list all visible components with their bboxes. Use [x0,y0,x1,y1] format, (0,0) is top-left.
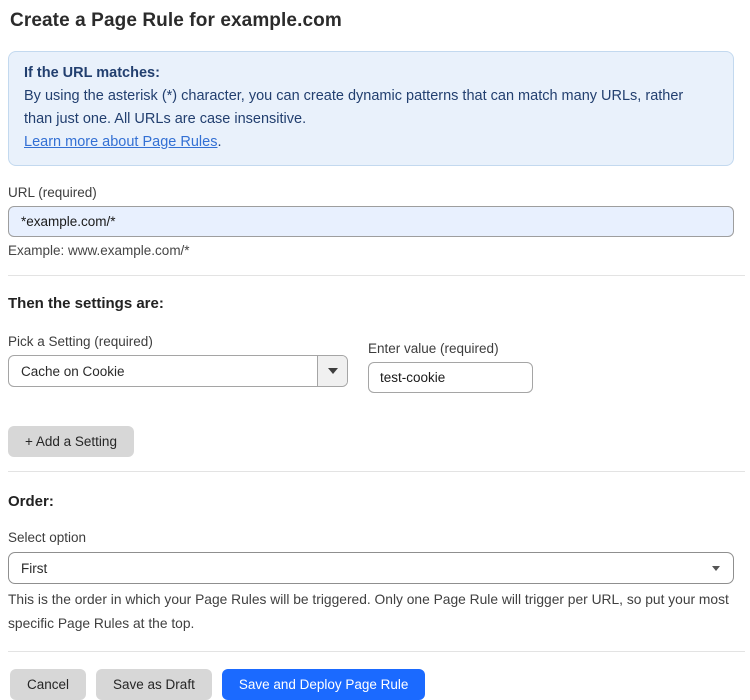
save-as-draft-button[interactable]: Save as Draft [96,669,212,700]
enter-value-column: Enter value (required) [368,341,533,393]
enter-value-label: Enter value (required) [368,341,499,356]
url-match-info-box: If the URL matches: By using the asteris… [8,51,734,166]
url-helper-text: Example: www.example.com/* [8,243,190,258]
setting-select-value: Cache on Cookie [21,363,125,379]
order-helper-text: This is the order in which your Page Rul… [8,592,729,631]
learn-more-link[interactable]: Learn more about Page Rules [24,134,217,150]
save-and-deploy-button[interactable]: Save and Deploy Page Rule [221,669,426,700]
info-box-link-line: Learn more about Page Rules. [24,131,718,154]
page-title: Create a Page Rule for example.com [10,10,342,31]
settings-row: Pick a Setting (required) Cache on Cooki… [8,334,734,393]
info-box-heading: If the URL matches: [24,65,160,81]
cancel-button[interactable]: Cancel [10,669,87,700]
info-box-body: By using the asterisk (*) character, you… [24,88,684,127]
divider [8,651,745,652]
settings-heading: Then the settings are: [8,295,164,312]
pick-setting-label: Pick a Setting (required) [8,334,153,349]
order-select-value: First [21,560,48,576]
setting-value-input[interactable] [368,362,533,393]
divider [8,471,745,472]
link-period: . [217,134,222,150]
divider [8,275,745,276]
order-heading: Order: [8,493,54,510]
order-select[interactable]: First [8,552,734,584]
chevron-down-icon [712,565,720,571]
setting-select-arrow-button[interactable] [317,356,347,386]
url-section: URL (required) Example: www.example.com/… [8,185,734,258]
order-select-label: Select option [8,530,87,545]
setting-select[interactable]: Cache on Cookie [8,355,348,387]
pick-setting-column: Pick a Setting (required) Cache on Cooki… [8,334,348,387]
create-page-rule-panel: Create a Page Rule for example.com If th… [0,0,750,700]
footer-actions: Cancel Save as Draft Save and Deploy Pag… [8,669,734,700]
url-input[interactable] [8,206,734,237]
chevron-down-icon [327,368,338,374]
add-setting-button[interactable]: + Add a Setting [8,426,134,457]
url-label: URL (required) [8,185,97,200]
